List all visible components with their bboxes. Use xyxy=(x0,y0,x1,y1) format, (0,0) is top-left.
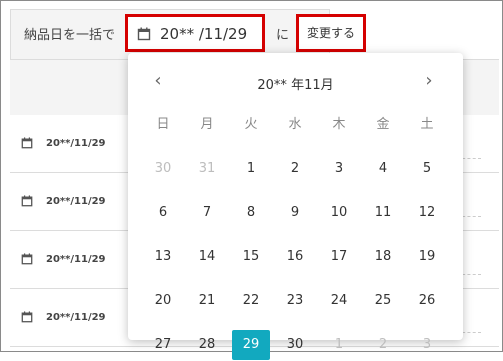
calendar-day-number: 12 xyxy=(418,205,436,220)
calendar-day[interactable]: 14 xyxy=(185,240,229,273)
calendar-day[interactable]: 30 xyxy=(273,328,317,361)
weekday-header: 土 xyxy=(420,117,434,132)
calendar-day-number: 13 xyxy=(154,249,172,264)
calendar-day-number: 16 xyxy=(286,249,304,264)
weekday-header: 月 xyxy=(200,117,214,132)
calendar-icon[interactable] xyxy=(21,253,33,265)
calendar-day[interactable]: 1 xyxy=(317,328,361,361)
calendar-day[interactable]: 15 xyxy=(229,240,273,273)
calendar-day-number: 7 xyxy=(202,205,212,220)
calendar-day[interactable]: 2 xyxy=(273,152,317,185)
calendar-day[interactable]: 25 xyxy=(361,284,405,317)
calendar-day-number: 26 xyxy=(418,293,436,308)
calendar-day-number: 1 xyxy=(334,337,344,352)
calendar-day-number: 28 xyxy=(198,337,216,352)
calendar-icon[interactable] xyxy=(21,311,33,323)
weekday-header: 水 xyxy=(288,117,302,132)
weekday-header: 木 xyxy=(332,117,346,132)
calendar-day-number: 31 xyxy=(198,161,216,176)
calendar-day[interactable]: 2 xyxy=(361,328,405,361)
calendar-day[interactable]: 21 xyxy=(185,284,229,317)
calendar-day-number: 2 xyxy=(378,337,388,352)
calendar-month-label: 20** 年11月 xyxy=(257,78,334,93)
calendar-day-number: 30 xyxy=(286,337,304,352)
calendar-day-number: 11 xyxy=(374,205,392,220)
calendar-day[interactable]: 4 xyxy=(361,152,405,185)
weekday-header: 日 xyxy=(156,117,170,132)
calendar-day[interactable]: 26 xyxy=(405,284,449,317)
calendar-day-number: 18 xyxy=(374,249,392,264)
bulk-date-value: 20** /11/29 xyxy=(160,25,248,43)
calendar-day[interactable]: 3 xyxy=(405,328,449,361)
calendar-day-number: 21 xyxy=(198,293,216,308)
calendar-day[interactable]: 13 xyxy=(141,240,185,273)
calendar-day[interactable]: 16 xyxy=(273,240,317,273)
calendar-day-number: 30 xyxy=(154,161,172,176)
calendar-day[interactable]: 8 xyxy=(229,196,273,229)
calendar-icon xyxy=(137,27,151,41)
calendar-day[interactable]: 18 xyxy=(361,240,405,273)
calendar-day[interactable]: 31 xyxy=(185,152,229,185)
calendar-day-number: 22 xyxy=(242,293,260,308)
calendar-day[interactable]: 28 xyxy=(185,328,229,361)
calendar-day-selected[interactable]: 29 xyxy=(229,328,273,361)
datepicker-popup: ‹ 20** 年11月 › 日月火水木金土 30 31 1 2 3 4 5 6 7 8 9 10 11 12… xyxy=(128,53,463,360)
calendar-day-number: 20 xyxy=(154,293,172,308)
calendar-day-number: 9 xyxy=(290,205,300,220)
calendar-day-number: 29 xyxy=(242,337,260,352)
calendar-day[interactable]: 5 xyxy=(405,152,449,185)
chevron-right-icon[interactable]: › xyxy=(419,70,439,91)
weekday-header: 火 xyxy=(244,117,258,132)
calendar-day-number: 3 xyxy=(422,337,432,352)
calendar-day-number: 17 xyxy=(330,249,348,264)
calendar-day[interactable]: 23 xyxy=(273,284,317,317)
calendar-day-number: 19 xyxy=(418,249,436,264)
calendar-day-number: 23 xyxy=(286,293,304,308)
calendar-day[interactable]: 20 xyxy=(141,284,185,317)
calendar-day[interactable]: 1 xyxy=(229,152,273,185)
calendar-day-number: 14 xyxy=(198,249,216,264)
calendar-day[interactable]: 12 xyxy=(405,196,449,229)
calendar-day[interactable]: 7 xyxy=(185,196,229,229)
calendar-day[interactable]: 6 xyxy=(141,196,185,229)
calendar-day-number: 2 xyxy=(290,161,300,176)
calendar-day-number: 25 xyxy=(374,293,392,308)
change-button[interactable]: 変更する xyxy=(296,14,366,52)
calendar-day[interactable]: 24 xyxy=(317,284,361,317)
calendar-day[interactable]: 10 xyxy=(317,196,361,229)
row-delivery-date[interactable]: 20**/11/29 xyxy=(46,312,106,323)
weekday-header: 金 xyxy=(376,117,390,132)
calendar-day-number: 1 xyxy=(246,161,256,176)
calendar-day[interactable]: 17 xyxy=(317,240,361,273)
calendar-day-number: 10 xyxy=(330,205,348,220)
calendar-day-number: 27 xyxy=(154,337,172,352)
calendar-icon[interactable] xyxy=(21,137,33,149)
calendar-day[interactable]: 3 xyxy=(317,152,361,185)
calendar-day-number: 4 xyxy=(378,161,388,176)
bulk-label: 納品日を一括で xyxy=(24,28,116,43)
calendar-day-number: 15 xyxy=(242,249,260,264)
calendar-day-number: 5 xyxy=(422,161,432,176)
row-delivery-date[interactable]: 20**/11/29 xyxy=(46,196,106,207)
calendar-day[interactable]: 11 xyxy=(361,196,405,229)
particle-ni: に xyxy=(276,28,290,43)
bulk-date-input[interactable]: 20** /11/29 xyxy=(125,14,265,52)
calendar-day-number: 3 xyxy=(334,161,344,176)
calendar-day-number: 6 xyxy=(158,205,168,220)
calendar-day[interactable]: 22 xyxy=(229,284,273,317)
row-delivery-date[interactable]: 20**/11/29 xyxy=(46,138,106,149)
calendar-day[interactable]: 19 xyxy=(405,240,449,273)
calendar-day[interactable]: 9 xyxy=(273,196,317,229)
calendar-day-number: 8 xyxy=(246,205,256,220)
calendar-day[interactable]: 30 xyxy=(141,152,185,185)
row-delivery-date[interactable]: 20**/11/29 xyxy=(46,254,106,265)
calendar-icon[interactable] xyxy=(21,195,33,207)
calendar-day[interactable]: 27 xyxy=(141,328,185,361)
calendar-day-number: 24 xyxy=(330,293,348,308)
